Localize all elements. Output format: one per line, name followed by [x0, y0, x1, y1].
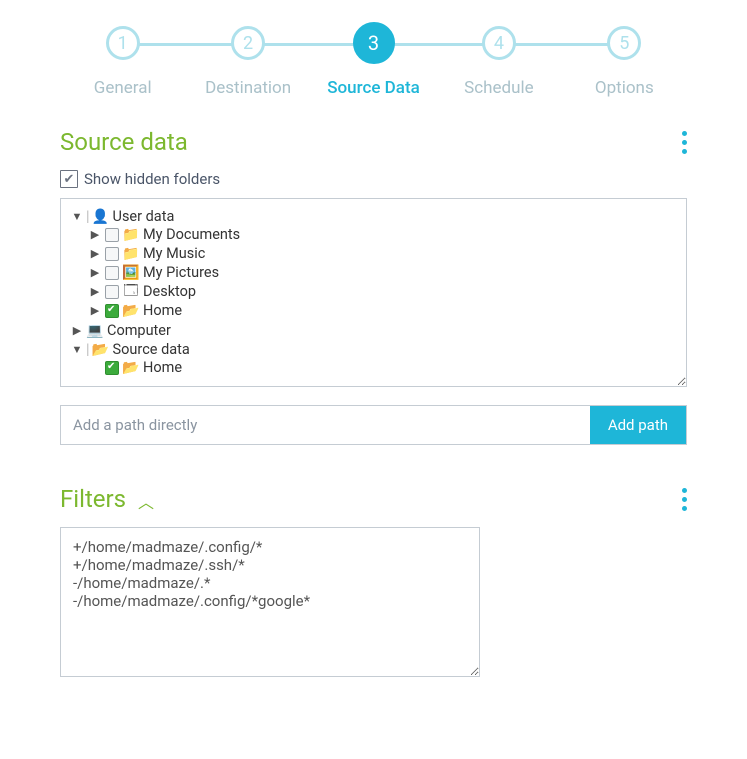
step-label: Options [562, 78, 687, 98]
step-label: Schedule [436, 78, 561, 98]
filters-textarea[interactable] [60, 527, 480, 677]
tree-node-desktop[interactable]: ▶ 🗔 Desktop [89, 282, 676, 301]
step-destination[interactable]: 2 Destination [185, 26, 310, 98]
tree-label: My Pictures [143, 264, 219, 281]
step-schedule[interactable]: 4 Schedule [436, 26, 561, 98]
step-number: 2 [231, 26, 265, 60]
tree-node-computer[interactable]: ▶ 💻 Computer [71, 321, 676, 340]
tree-label: Source data [113, 341, 190, 358]
step-label: General [60, 78, 185, 98]
show-hidden-label: Show hidden folders [84, 170, 220, 188]
expand-toggle-icon[interactable]: ▼ [71, 343, 83, 356]
home-folder-icon: 📂 [123, 303, 139, 319]
show-hidden-checkbox[interactable] [60, 170, 78, 188]
filters-menu-button[interactable] [682, 488, 687, 511]
expand-toggle-icon[interactable]: ▶ [89, 228, 101, 241]
kebab-dot-icon [682, 497, 687, 502]
chevron-up-icon: ︿ [138, 493, 154, 512]
kebab-dot-icon [682, 488, 687, 493]
tree-node-user-data[interactable]: ▼| 👤 User data ▶ 📁 My Documents [71, 207, 676, 321]
tree-label: Home [143, 302, 182, 319]
filters-section-title[interactable]: Filters ︿ [60, 485, 154, 513]
expand-toggle-icon[interactable]: ▶ [89, 266, 101, 279]
tree-label: Desktop [143, 283, 196, 300]
expand-toggle-icon[interactable]: ▶ [89, 247, 101, 260]
divider-icon: | [86, 341, 90, 358]
path-input[interactable] [61, 406, 590, 444]
add-path-row: Add path [60, 405, 687, 445]
source-section-header: Source data [60, 128, 687, 156]
tree-label: User data [113, 208, 175, 225]
source-tree-box[interactable]: ▼| 👤 User data ▶ 📁 My Documents [60, 198, 687, 387]
tree-checkbox[interactable] [105, 247, 119, 261]
user-icon: 👤 [93, 209, 109, 225]
tree-checkbox[interactable] [105, 266, 119, 280]
desktop-icon: 🗔 [123, 284, 139, 300]
tree-node-my-music[interactable]: ▶ 📁 My Music [89, 244, 676, 263]
tree-label: My Documents [143, 226, 240, 243]
tree-label: Computer [107, 322, 171, 339]
step-label: Destination [185, 78, 310, 98]
step-label: Source Data [311, 78, 436, 98]
step-source-data[interactable]: 3 Source Data [311, 26, 436, 98]
add-path-button[interactable]: Add path [590, 406, 686, 444]
tree-node-my-documents[interactable]: ▶ 📁 My Documents [89, 225, 676, 244]
filters-section-header: Filters ︿ [60, 485, 687, 513]
kebab-dot-icon [682, 131, 687, 136]
folder-icon: 📁 [123, 227, 139, 243]
kebab-dot-icon [682, 140, 687, 145]
pictures-folder-icon: 🖼️ [123, 265, 139, 281]
expand-toggle-icon[interactable]: ▼ [71, 210, 83, 223]
wizard-stepper: 1 General 2 Destination 3 Source Data 4 … [60, 26, 687, 98]
folder-open-icon: 📂 [93, 342, 109, 358]
source-section-title: Source data [60, 128, 188, 156]
step-number: 5 [607, 26, 641, 60]
source-menu-button[interactable] [682, 131, 687, 154]
step-general[interactable]: 1 General [60, 26, 185, 98]
step-number: 4 [482, 26, 516, 60]
kebab-dot-icon [682, 149, 687, 154]
show-hidden-row: Show hidden folders [60, 170, 687, 188]
tree-node-home[interactable]: ▶ 📂 Home [89, 301, 676, 320]
home-folder-icon: 📂 [123, 360, 139, 376]
expand-toggle-icon[interactable]: ▶ [71, 324, 83, 337]
kebab-dot-icon [682, 506, 687, 511]
tree-node-source-data[interactable]: ▼| 📂 Source data 📂 Home [71, 340, 676, 378]
computer-icon: 💻 [87, 323, 103, 339]
step-number: 3 [353, 22, 395, 64]
tree-label: My Music [143, 245, 205, 262]
tree-checkbox[interactable] [105, 228, 119, 242]
filters-title-text: Filters [60, 485, 126, 513]
tree-node-my-pictures[interactable]: ▶ 🖼️ My Pictures [89, 263, 676, 282]
tree-checkbox[interactable] [105, 304, 119, 318]
tree-checkbox[interactable] [105, 361, 119, 375]
divider-icon: | [86, 208, 90, 225]
tree-label: Home [143, 359, 182, 376]
tree-checkbox[interactable] [105, 285, 119, 299]
step-options[interactable]: 5 Options [562, 26, 687, 98]
expand-toggle-icon[interactable]: ▶ [89, 304, 101, 317]
source-tree: ▼| 👤 User data ▶ 📁 My Documents [71, 207, 676, 378]
step-number: 1 [106, 26, 140, 60]
tree-node-source-home[interactable]: 📂 Home [89, 358, 676, 377]
music-folder-icon: 📁 [123, 246, 139, 262]
expand-toggle-icon[interactable]: ▶ [89, 285, 101, 298]
